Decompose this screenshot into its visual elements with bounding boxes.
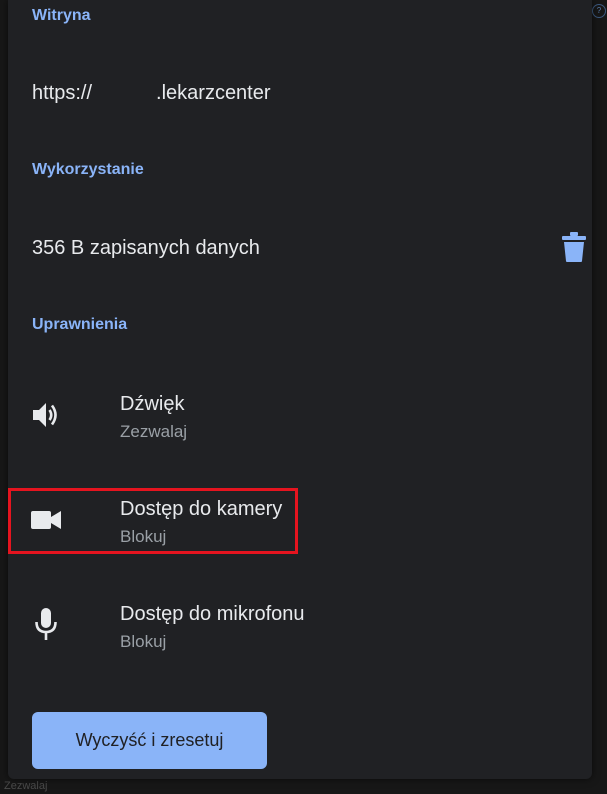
permission-row-sound[interactable]: Dźwięk Zezwalaj xyxy=(8,370,592,460)
permission-status: Blokuj xyxy=(120,632,167,651)
trash-icon xyxy=(562,232,586,262)
permission-title: Dostęp do mikrofonu xyxy=(120,603,305,625)
permission-title: Dźwięk xyxy=(120,393,185,415)
permission-status: Zezwalaj xyxy=(120,422,188,441)
microphone-icon xyxy=(26,604,66,644)
permission-row-camera[interactable]: Dostęp do kamery Blokuj xyxy=(8,475,592,565)
site-url-suffix: .lekarzcenter xyxy=(156,82,271,104)
site-heading: Witryna xyxy=(32,7,91,24)
site-url: https:// .lekarzcenter xyxy=(32,82,271,105)
permission-status: Blokuj xyxy=(120,527,167,546)
site-url-prefix: https:// xyxy=(32,82,93,104)
speaker-icon xyxy=(26,395,66,435)
permissions-heading: Uprawnienia xyxy=(32,316,128,333)
help-icon[interactable]: ? xyxy=(592,4,606,18)
usage-heading: Wykorzystanie xyxy=(32,161,144,178)
permission-row-microphone[interactable]: Dostęp do mikrofonu Blokuj xyxy=(8,580,592,670)
camera-icon xyxy=(26,500,66,540)
usage-text: 356 B zapisanych danych xyxy=(32,237,260,259)
clear-and-reset-button[interactable]: Wyczyść i zresetuj xyxy=(32,712,267,769)
delete-data-button[interactable] xyxy=(562,231,586,263)
site-settings-dialog: Witryna https:// .lekarzcenter Wykorzysta… xyxy=(8,0,592,779)
permission-title: Dostęp do kamery xyxy=(120,498,283,520)
background-text: Zezwalaj xyxy=(4,780,48,792)
